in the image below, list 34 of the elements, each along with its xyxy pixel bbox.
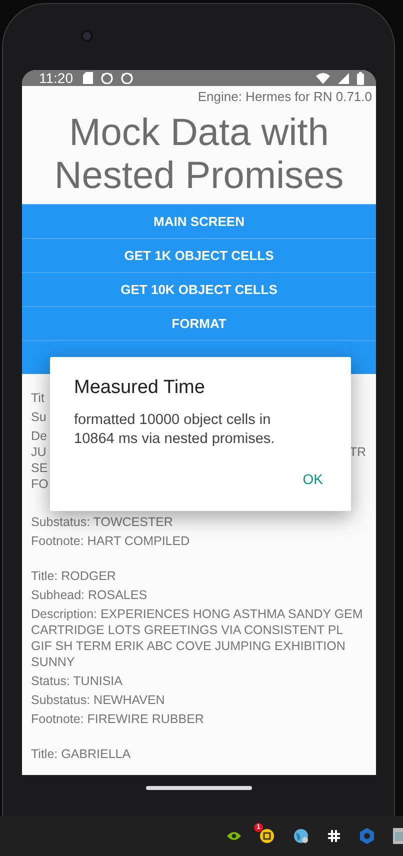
sd-card-icon <box>83 72 93 84</box>
item-field: Su <box>31 409 46 425</box>
action-button[interactable]: GET 1K OBJECT CELLS <box>22 238 376 272</box>
action-button[interactable]: GET 10K OBJECT CELLS <box>22 272 376 306</box>
hexagon-icon[interactable] <box>359 828 375 844</box>
action-button[interactable]: FORMAT <box>22 306 376 340</box>
item-field: Title: RODGER <box>31 568 116 584</box>
ok-button[interactable]: OK <box>294 467 331 491</box>
camera-icon <box>81 30 93 42</box>
dialog-title: Measured Time <box>74 377 206 399</box>
signal-icon <box>338 72 349 84</box>
item-field: Subhead: ROSALES <box>31 587 148 603</box>
wifi-icon <box>316 72 330 84</box>
item-field: TR <box>349 444 366 460</box>
item-field: Description: EXPERIENCES HONG ASTHMA SANDY GEM CARTRIDGE LOTS GREETINGS VIA CONSISTENT PL GIF SH TERM ERIK ABC COVE JUMPING EXHIBITION SUNNY <box>31 606 366 670</box>
item-field: Tit <box>31 390 44 406</box>
engine-label: Engine: Hermes for RN 0.71.0 <box>196 88 373 104</box>
item-field: JU <box>31 444 46 460</box>
item-field: Status: TUNISIA <box>31 673 122 689</box>
item-field: Footnote: HART COMPILED <box>31 533 190 549</box>
item-field: Footnote: FIREWIRE RUBBER <box>31 711 204 727</box>
status-time: 11:20 <box>39 70 73 86</box>
item-field: FO <box>31 476 48 492</box>
dialog-message: formatted 10000 object cells in 10864 ms via nested promises. <box>74 411 276 449</box>
notification-icon[interactable] <box>259 828 275 844</box>
item-field: Title: GABRIELLA <box>31 746 131 762</box>
item-field: De <box>31 428 47 444</box>
screen-title: Mock Data with Nested Promises <box>53 112 345 198</box>
globe-icon[interactable] <box>293 828 309 844</box>
item-field: Substatus: NEWHAVEN <box>31 692 165 708</box>
item-field: SE <box>31 460 48 476</box>
hash-icon[interactable] <box>327 829 341 843</box>
item-field: Substatus: TOWCESTER <box>31 514 173 530</box>
action-button[interactable]: MAIN SCREEN <box>22 204 376 238</box>
